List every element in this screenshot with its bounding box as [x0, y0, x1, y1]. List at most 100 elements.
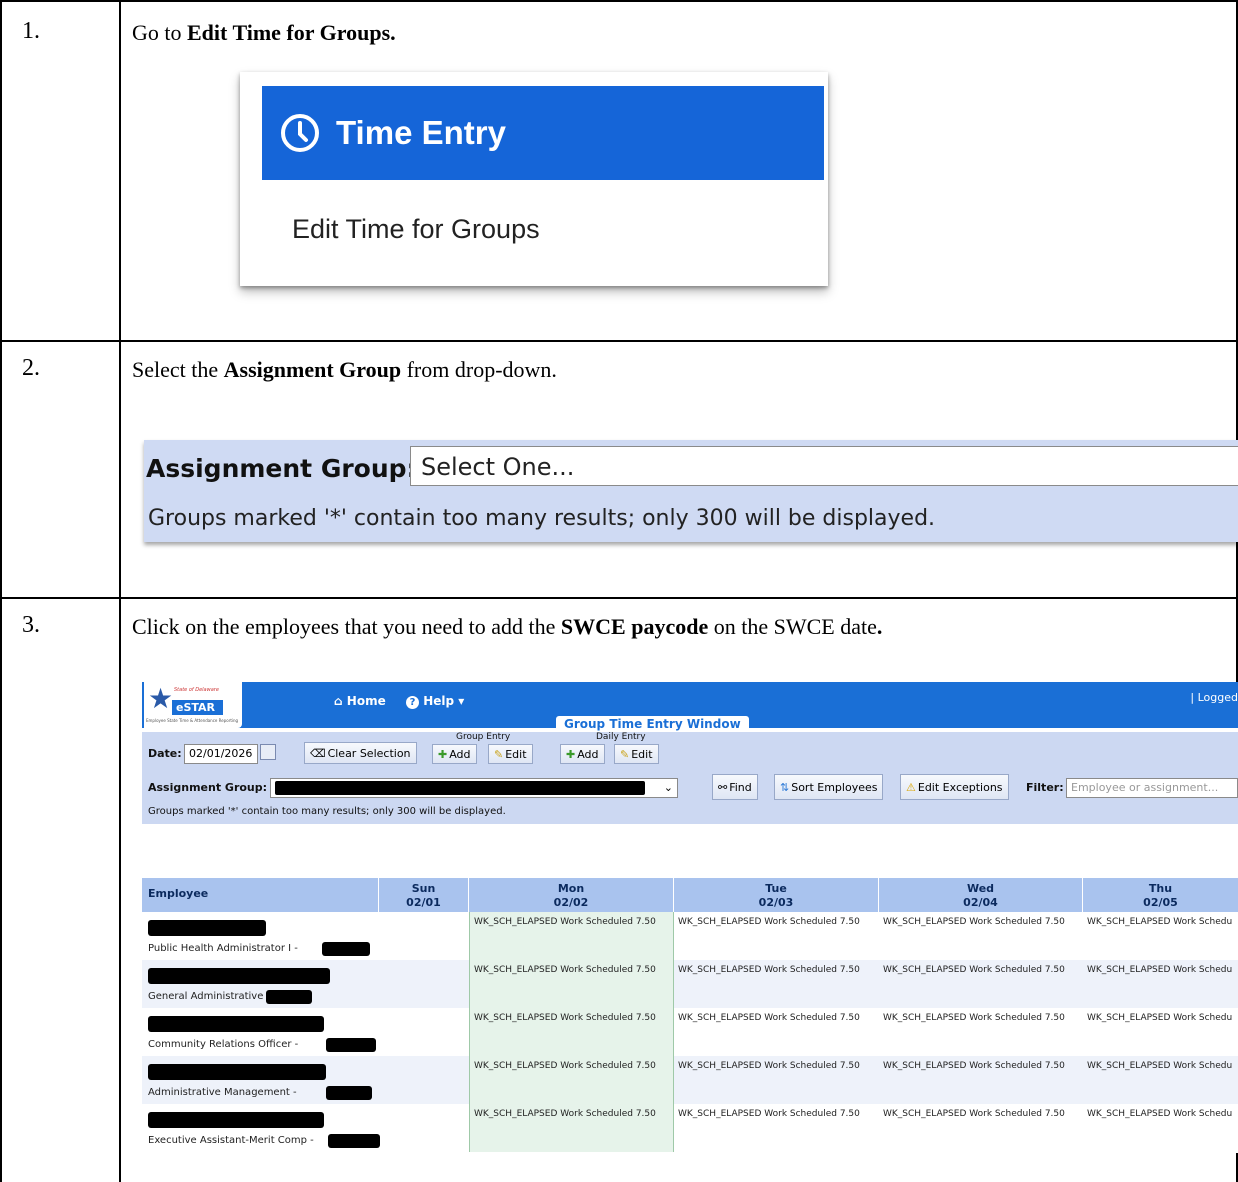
- step-number: 1.: [22, 18, 40, 44]
- column-header-thu: Thu 02/05: [1083, 878, 1238, 912]
- step-instruction: Click on the employees that you need to …: [132, 614, 882, 640]
- time-entry-title: Time Entry: [336, 114, 506, 151]
- employee-title: Executive Assistant-Merit Comp -: [148, 1135, 314, 1146]
- step-text-bold: Assignment Group: [223, 357, 402, 382]
- group-add-button[interactable]: ✚ Add: [432, 744, 477, 764]
- logo-tagline: Employee State Time & Attendance Reporti…: [146, 718, 239, 723]
- chevron-down-icon: ▾: [458, 694, 465, 708]
- column-header-wed: Wed 02/04: [879, 878, 1083, 912]
- date-input[interactable]: 02/01/2026: [184, 744, 258, 764]
- clear-selection-label: Clear Selection: [327, 747, 411, 760]
- schedule-cell[interactable]: WK_SCH_ELAPSED Work Scheduled 7.50: [879, 912, 1083, 960]
- redacted-assignment-id: [322, 942, 370, 956]
- edit-time-for-groups-link[interactable]: Edit Time for Groups: [292, 214, 540, 245]
- table-column-divider: [119, 0, 121, 1182]
- groups-note: Groups marked '*' contain too many resul…: [148, 806, 506, 817]
- calendar-icon[interactable]: [260, 744, 276, 760]
- nav-home[interactable]: ⌂ Home: [334, 694, 386, 708]
- schedule-cell[interactable]: WK_SCH_ELAPSED Work Schedu: [1083, 1056, 1238, 1104]
- edit-exceptions-button[interactable]: ⚠ Edit Exceptions: [900, 774, 1009, 800]
- column-header-mon: Mon 02/02: [469, 878, 674, 912]
- schedule-cell[interactable]: WK_SCH_ELAPSED Work Schedu: [1083, 912, 1238, 960]
- schedule-cell[interactable]: WK_SCH_ELAPSED Work Schedu: [1083, 960, 1238, 1008]
- assignment-group-image: Assignment Group: Select One... Groups m…: [144, 440, 1238, 542]
- instruction-table: 1. Go to Edit Time for Groups. Time Entr…: [0, 0, 1238, 1182]
- assignment-group-label: Assignment Group:: [148, 781, 268, 794]
- redacted-assignment-id: [328, 1134, 380, 1148]
- clock-icon: [281, 114, 319, 152]
- star-icon: ★: [148, 682, 174, 715]
- step-text: Select the: [132, 357, 224, 382]
- schedule-cell[interactable]: WK_SCH_ELAPSED Work Scheduled 7.50: [879, 1056, 1083, 1104]
- schedule-cell[interactable]: WK_SCH_ELAPSED Work Scheduled 7.50: [469, 1056, 674, 1104]
- help-icon: ?: [406, 696, 419, 709]
- schedule-cell[interactable]: WK_SCH_ELAPSED Work Scheduled 7.50: [469, 1104, 674, 1152]
- date-label: Date:: [148, 747, 182, 760]
- daily-add-button[interactable]: ✚ Add: [560, 744, 605, 764]
- plus-icon: ✚: [438, 748, 448, 761]
- step-number: 3.: [22, 612, 40, 638]
- estar-screenshot: ★ State of Delaware eSTAR Employee State…: [142, 682, 1238, 1153]
- column-header-tue: Tue 02/03: [674, 878, 879, 912]
- schedule-cell[interactable]: WK_SCH_ELAPSED Work Scheduled 7.50: [469, 1008, 674, 1056]
- logged-in-text: | Logged: [1190, 691, 1238, 704]
- add-label: Add: [449, 748, 471, 761]
- find-button[interactable]: ⚯ Find: [712, 774, 758, 800]
- schedule-cell[interactable]: WK_SCH_ELAPSED Work Scheduled 7.50: [674, 1104, 879, 1152]
- filter-input[interactable]: Employee or assignment...: [1066, 778, 1238, 798]
- schedule-cell[interactable]: WK_SCH_ELAPSED Work Scheduled 7.50: [879, 960, 1083, 1008]
- schedule-cell[interactable]: WK_SCH_ELAPSED Work Schedu: [1083, 1008, 1238, 1056]
- table-left-border: [0, 0, 2, 1182]
- schedule-cell[interactable]: WK_SCH_ELAPSED Work Schedu: [1083, 1104, 1238, 1152]
- clear-selection-button[interactable]: ⌫ Clear Selection: [304, 742, 417, 764]
- schedule-cell[interactable]: WK_SCH_ELAPSED Work Scheduled 7.50: [674, 912, 879, 960]
- edit-icon: ✎: [494, 748, 504, 761]
- add-label: Add: [577, 748, 599, 761]
- edit-label: Edit: [631, 748, 653, 761]
- logo-small-text: State of Delaware: [174, 687, 219, 693]
- step-text: Go to: [132, 20, 187, 45]
- row-divider-2: [0, 597, 1238, 599]
- daily-edit-button[interactable]: ✎ Edit: [614, 744, 659, 764]
- assignment-group-select[interactable]: ⌄: [270, 778, 678, 798]
- schedule-cell[interactable]: WK_SCH_ELAPSED Work Scheduled 7.50: [879, 1104, 1083, 1152]
- redacted-employee-name: [148, 1064, 326, 1080]
- assignment-group-note: Groups marked '*' contain too many resul…: [148, 506, 936, 531]
- estar-logo: ★ State of Delaware eSTAR Employee State…: [144, 682, 242, 728]
- schedule-cell[interactable]: WK_SCH_ELAPSED Work Scheduled 7.50: [674, 960, 879, 1008]
- step-text: on the SWCE date: [708, 614, 877, 639]
- table-row[interactable]: General Administrative - WK_SCH_ELAPSED W…: [142, 960, 1238, 1008]
- chevron-down-icon: ⌄: [663, 781, 673, 794]
- table-row[interactable]: Administrative Management - WK_SCH_ELAPSE…: [142, 1056, 1238, 1104]
- nav-help[interactable]: ? Help ▾: [406, 694, 464, 709]
- time-entry-menu-image: Time Entry Edit Time for Groups: [240, 72, 828, 286]
- sort-label: Sort Employees: [791, 781, 878, 794]
- employee-title: General Administrative -: [148, 991, 271, 1002]
- column-header-employee: Employee: [142, 878, 379, 912]
- redacted-assignment-id: [326, 1086, 372, 1100]
- redacted-assignment-id: [326, 1038, 376, 1052]
- schedule-cell[interactable]: WK_SCH_ELAPSED Work Scheduled 7.50: [674, 1056, 879, 1104]
- home-icon: ⌂: [334, 694, 343, 708]
- schedule-cell[interactable]: WK_SCH_ELAPSED Work Scheduled 7.50: [879, 1008, 1083, 1056]
- row-divider-1: [0, 340, 1238, 342]
- schedule-cell[interactable]: WK_SCH_ELAPSED Work Scheduled 7.50: [674, 1008, 879, 1056]
- group-edit-button[interactable]: ✎ Edit: [488, 744, 533, 764]
- sort-employees-button[interactable]: ⇅ Sort Employees: [774, 774, 884, 800]
- nav-home-label: Home: [346, 694, 386, 708]
- step-instruction: Go to Edit Time for Groups.: [132, 20, 396, 46]
- schedule-cell[interactable]: WK_SCH_ELAPSED Work Scheduled 7.50: [469, 960, 674, 1008]
- schedule-cell[interactable]: WK_SCH_ELAPSED Work Scheduled 7.50: [469, 912, 674, 960]
- table-row[interactable]: Executive Assistant-Merit Comp - WK_SCH_E…: [142, 1104, 1238, 1152]
- daily-entry-label: Daily Entry: [596, 732, 646, 742]
- assignment-group-select[interactable]: Select One...: [410, 446, 1238, 486]
- find-label: Find: [729, 781, 752, 794]
- table-row[interactable]: Public Health Administrator I - WK_SCH_EL…: [142, 912, 1238, 960]
- table-top-border: [0, 0, 1238, 2]
- table-row[interactable]: Community Relations Officer - WK_SCH_ELAP…: [142, 1008, 1238, 1056]
- people-sort-icon: ⇅: [780, 781, 790, 794]
- eraser-icon: ⌫: [310, 747, 326, 760]
- group-entry-label: Group Entry: [456, 732, 511, 742]
- nav-help-label: Help: [423, 694, 455, 708]
- filter-label: Filter:: [1026, 781, 1064, 794]
